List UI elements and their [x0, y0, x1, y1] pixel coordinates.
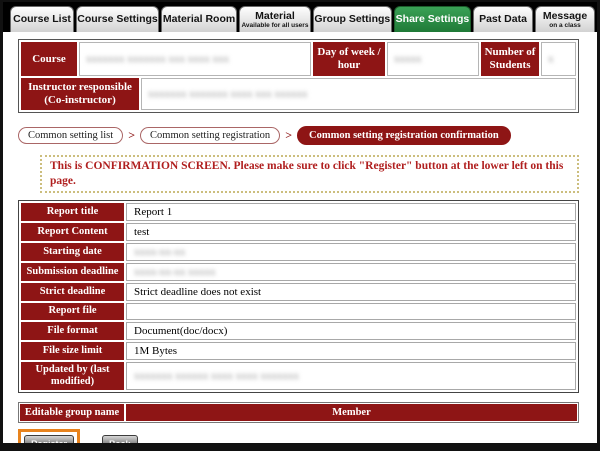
table-row: File size limit 1M Bytes — [21, 342, 576, 360]
row-label: Strict deadline — [21, 283, 124, 301]
register-button-highlight: Register — [18, 429, 80, 443]
day-of-week-label: Day of week / hour — [313, 42, 385, 76]
table-row: Updated by (last modified) xxxxxxx xxxxx… — [21, 362, 576, 390]
row-label: Starting date — [21, 243, 124, 261]
tab-label: Course List — [13, 14, 71, 25]
table-row: Report file — [21, 303, 576, 320]
row-label: Report Content — [21, 223, 124, 241]
tab-label: Share Settings — [396, 14, 470, 25]
row-value: xxxx-xx-xx — [126, 243, 576, 261]
tab-sublabel: Available for all users — [241, 23, 308, 30]
tab-label: Group Settings — [314, 14, 390, 25]
editable-group-table: Editable group name Member — [18, 402, 579, 423]
confirmation-notice: This is CONFIRMATION SCREEN. Please make… — [40, 155, 579, 193]
member-header: Member — [126, 404, 577, 421]
course-label: Course — [21, 42, 77, 76]
content-area: Course xxxxxxx xxxxxxx xxx xxxx xxx Day … — [3, 32, 597, 443]
button-row: Register Back — [18, 429, 583, 443]
course-header-row-2: Instructor responsible (Co-instructor) x… — [21, 78, 576, 110]
course-header-table: Course xxxxxxx xxxxxxx xxx xxxx xxx Day … — [18, 39, 579, 113]
row-value: xxxxxxx xxxxxx xxxx xxxx xxxxxxx — [126, 362, 576, 390]
tab-material-room[interactable]: Material Room — [161, 6, 237, 32]
report-details-table: Report title Report 1 Report Content tes… — [18, 200, 579, 393]
tab-material-all-users[interactable]: Material Available for all users — [239, 6, 311, 32]
tab-sublabel: on a class — [549, 23, 580, 30]
editable-group-name-header: Editable group name — [20, 404, 124, 421]
row-value: Strict deadline does not exist — [126, 283, 576, 301]
instructor-label: Instructor responsible (Co-instructor) — [21, 78, 139, 110]
tab-past-data[interactable]: Past Data — [473, 6, 533, 32]
breadcrumb-separator-icon: > — [128, 128, 135, 143]
tab-label: Past Data — [479, 14, 527, 25]
breadcrumb: Common setting list > Common setting reg… — [18, 124, 583, 146]
tab-message[interactable]: Message on a class — [535, 6, 595, 32]
table-row: Submission deadline xxxx-xx-xx xxxxx — [21, 263, 576, 281]
tab-label: Material Room — [163, 14, 235, 25]
row-label: Report title — [21, 203, 124, 221]
instructor-value: xxxxxxx xxxxxxx xxxx xxx xxxxxx — [141, 78, 576, 110]
row-value: test — [126, 223, 576, 241]
row-label: File size limit — [21, 342, 124, 360]
breadcrumb-common-setting-list[interactable]: Common setting list — [18, 127, 123, 144]
tab-share-settings[interactable]: Share Settings — [394, 6, 471, 32]
course-header-row-1: Course xxxxxxx xxxxxxx xxx xxxx xxx Day … — [21, 42, 576, 76]
window: Course List Course Settings Material Roo… — [3, 2, 597, 443]
row-value: Report 1 — [126, 203, 576, 221]
row-value: 1M Bytes — [126, 342, 576, 360]
row-label: Report file — [21, 303, 124, 320]
tab-group-settings[interactable]: Group Settings — [313, 6, 392, 32]
table-row: Starting date xxxx-xx-xx — [21, 243, 576, 261]
tab-course-list[interactable]: Course List — [10, 6, 74, 32]
tab-label: Course Settings — [77, 14, 158, 25]
breadcrumb-confirmation-current: Common setting registration confirmation — [297, 126, 511, 145]
tab-bar: Course List Course Settings Material Roo… — [3, 2, 597, 32]
back-button-wrap: Back — [102, 434, 138, 443]
back-button[interactable]: Back — [102, 435, 138, 443]
register-button[interactable]: Register — [24, 435, 74, 443]
row-value: xxxx-xx-xx xxxxx — [126, 263, 576, 281]
table-row: Report title Report 1 — [21, 203, 576, 221]
breadcrumb-common-setting-registration[interactable]: Common setting registration — [140, 127, 280, 144]
row-label: Submission deadline — [21, 263, 124, 281]
course-value: xxxxxxx xxxxxxx xxx xxxx xxx — [79, 42, 311, 76]
row-value: Document(doc/docx) — [126, 322, 576, 340]
row-label: Updated by (last modified) — [21, 362, 124, 390]
row-value — [126, 303, 576, 320]
day-of-week-value: xxxxx — [387, 42, 479, 76]
table-row: Strict deadline Strict deadline does not… — [21, 283, 576, 301]
number-of-students-label: Number of Students — [481, 42, 539, 76]
tab-label: Material — [255, 11, 295, 22]
tab-course-settings[interactable]: Course Settings — [76, 6, 159, 32]
row-label: File format — [21, 322, 124, 340]
number-of-students-value: x — [541, 42, 576, 76]
breadcrumb-separator-icon: > — [285, 128, 292, 143]
table-row: Report Content test — [21, 223, 576, 241]
page-frame: Course List Course Settings Material Roo… — [0, 0, 600, 451]
table-row: File format Document(doc/docx) — [21, 322, 576, 340]
tab-label: Message — [543, 11, 587, 22]
